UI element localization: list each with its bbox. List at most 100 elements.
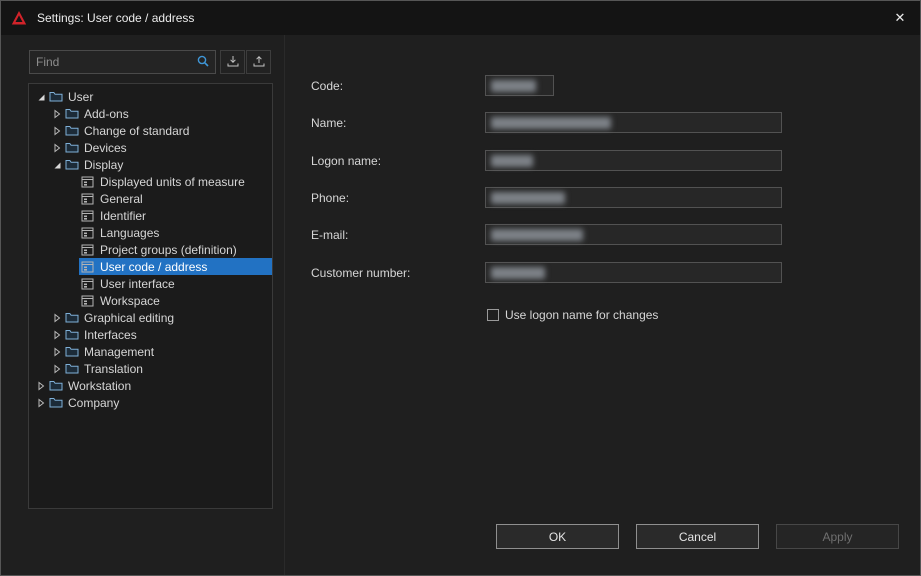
tree-item-workspace[interactable]: Workspace: [29, 292, 272, 309]
expander-collapsed-icon[interactable]: [51, 346, 63, 358]
tree-item-content: Change of standard: [63, 122, 272, 139]
settings-page-icon: [81, 176, 95, 188]
field-input-phone[interactable]: [485, 187, 782, 208]
tree-item-content: General: [79, 190, 272, 207]
field-input-e-mail[interactable]: [485, 224, 782, 245]
tree-item-interfaces[interactable]: Interfaces: [29, 326, 272, 343]
redacted-value: [491, 80, 536, 92]
expander-collapsed-icon[interactable]: [35, 397, 47, 409]
expander-collapsed-icon[interactable]: [35, 380, 47, 392]
export-settings-button[interactable]: [246, 50, 271, 74]
tree-item-display[interactable]: Display: [29, 156, 272, 173]
tree-item-displayed-units-of-measure[interactable]: Displayed units of measure: [29, 173, 272, 190]
tree-item-label: General: [100, 192, 143, 206]
tray-up-icon: [252, 54, 266, 71]
tree-item-label: User interface: [100, 277, 175, 291]
tree-item-content: Devices: [63, 139, 272, 156]
tree-item-content: Workstation: [47, 377, 272, 394]
ok-button[interactable]: OK: [496, 524, 619, 549]
expander-collapsed-icon[interactable]: [51, 125, 63, 137]
expander-collapsed-icon[interactable]: [51, 363, 63, 375]
tree-item-label: Display: [84, 158, 123, 172]
tree-item-label: Devices: [84, 141, 127, 155]
tree-item-label: User: [68, 90, 93, 104]
tree-item-add-ons[interactable]: Add-ons: [29, 105, 272, 122]
field-label-customer-number: Customer number:: [311, 266, 410, 280]
search-button[interactable]: [191, 51, 215, 73]
expander-spacer: [67, 244, 79, 256]
tree-item-label: Graphical editing: [84, 311, 174, 325]
tree-item-label: Add-ons: [84, 107, 129, 121]
expander-collapsed-icon[interactable]: [51, 312, 63, 324]
folder-icon: [49, 379, 63, 392]
settings-page-icon: [81, 278, 95, 290]
search-icon: [196, 54, 210, 71]
field-input-customer-number[interactable]: [485, 262, 782, 283]
folder-icon: [65, 107, 79, 120]
settings-page-icon: [81, 193, 95, 205]
tree-item-label: Project groups (definition): [100, 243, 237, 257]
apply-button: Apply: [776, 524, 899, 549]
expander-spacer: [67, 278, 79, 290]
settings-page-icon: [81, 261, 95, 273]
tree-item-content: Workspace: [79, 292, 272, 309]
field-input-name[interactable]: [485, 112, 782, 133]
tree-item-graphical-editing[interactable]: Graphical editing: [29, 309, 272, 326]
tree-item-content: User: [47, 88, 272, 105]
folder-icon: [49, 90, 63, 103]
expander-expanded-icon[interactable]: [35, 91, 47, 103]
folder-icon: [65, 328, 79, 341]
import-settings-button[interactable]: [220, 50, 245, 74]
tree-item-content: Management: [63, 343, 272, 360]
tree-item-workstation[interactable]: Workstation: [29, 377, 272, 394]
settings-page-icon: [81, 227, 95, 239]
use-logon-name-checkbox[interactable]: [487, 309, 499, 321]
tree-item-user-interface[interactable]: User interface: [29, 275, 272, 292]
expander-spacer: [67, 193, 79, 205]
tree-item-devices[interactable]: Devices: [29, 139, 272, 156]
tree-item-content: User code / address: [79, 258, 272, 275]
redacted-value: [491, 117, 611, 129]
expander-collapsed-icon[interactable]: [51, 108, 63, 120]
settings-page-icon: [81, 210, 95, 222]
folder-icon: [65, 345, 79, 358]
tree-item-user[interactable]: User: [29, 88, 272, 105]
expander-spacer: [67, 176, 79, 188]
tree-item-identifier[interactable]: Identifier: [29, 207, 272, 224]
tree-item-general[interactable]: General: [29, 190, 272, 207]
expander-collapsed-icon[interactable]: [51, 329, 63, 341]
expander-collapsed-icon[interactable]: [51, 142, 63, 154]
field-input-code[interactable]: [485, 75, 554, 96]
tree-item-company[interactable]: Company: [29, 394, 272, 411]
use-logon-name-label: Use logon name for changes: [505, 308, 658, 322]
tree-item-content: Interfaces: [63, 326, 272, 343]
cancel-button[interactable]: Cancel: [636, 524, 759, 549]
expander-spacer: [67, 261, 79, 273]
tree-item-label: Company: [68, 396, 119, 410]
tree-item-languages[interactable]: Languages: [29, 224, 272, 241]
tree-item-content: Displayed units of measure: [79, 173, 272, 190]
tree-item-content: Translation: [63, 360, 272, 377]
expander-spacer: [67, 210, 79, 222]
settings-page-icon: [81, 244, 95, 256]
tree-item-content: Graphical editing: [63, 309, 272, 326]
tree-item-content: Identifier: [79, 207, 272, 224]
expander-expanded-icon[interactable]: [51, 159, 63, 171]
redacted-value: [491, 229, 583, 241]
field-input-logon-name[interactable]: [485, 150, 782, 171]
tree-item-change-of-standard[interactable]: Change of standard: [29, 122, 272, 139]
tree-item-management[interactable]: Management: [29, 343, 272, 360]
expander-spacer: [67, 295, 79, 307]
tree-item-translation[interactable]: Translation: [29, 360, 272, 377]
close-button[interactable]: ✕: [880, 1, 920, 34]
redacted-value: [491, 267, 545, 279]
tree-item-label: Change of standard: [84, 124, 189, 138]
folder-icon: [65, 124, 79, 137]
settings-tree[interactable]: User Add-ons Change of standard Devices Disp…: [28, 83, 273, 509]
tree-item-user-code-address[interactable]: User code / address: [29, 258, 272, 275]
tree-item-content: Languages: [79, 224, 272, 241]
tree-item-label: Workstation: [68, 379, 131, 393]
tree-item-project-groups-definition[interactable]: Project groups (definition): [29, 241, 272, 258]
find-input[interactable]: [30, 51, 191, 73]
field-label-logon-name: Logon name:: [311, 154, 381, 168]
